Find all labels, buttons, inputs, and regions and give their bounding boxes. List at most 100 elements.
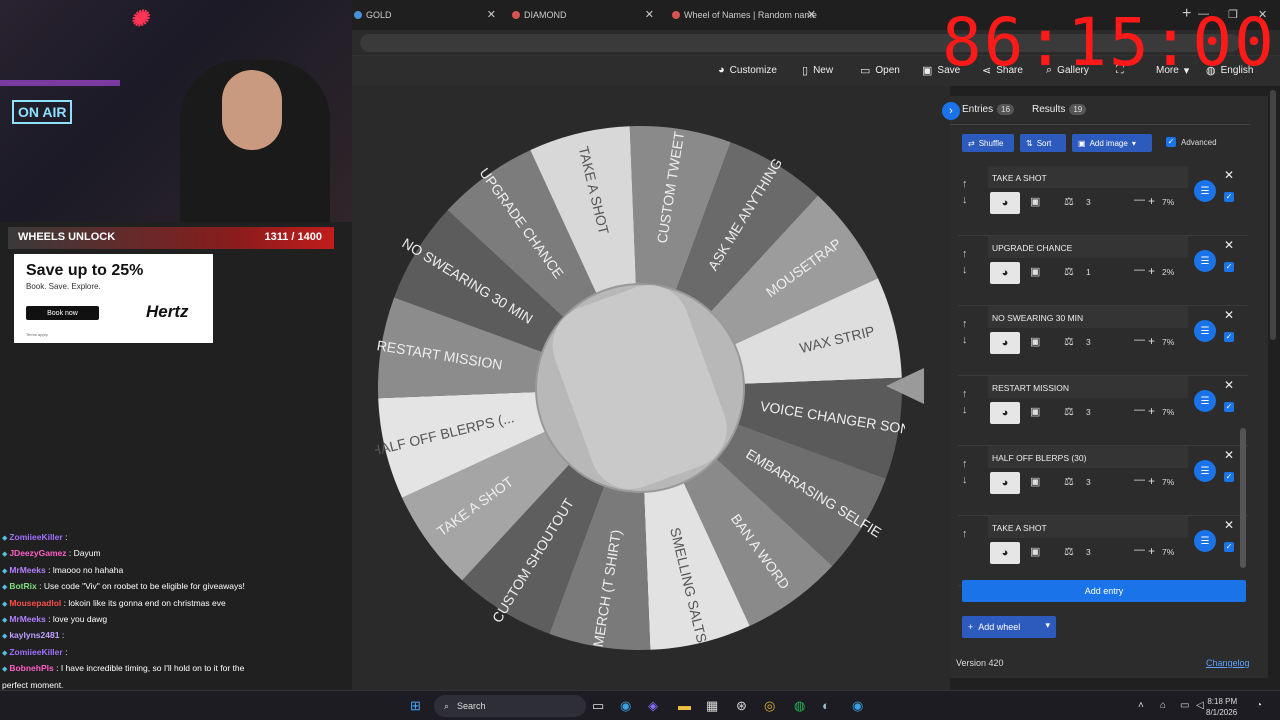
entry-weight[interactable]: 3: [1086, 197, 1091, 207]
checkbox-checked-icon[interactable]: ✓: [1224, 472, 1234, 482]
delete-icon[interactable]: ✕: [1224, 238, 1234, 252]
delete-icon[interactable]: ✕: [1224, 308, 1234, 322]
increment-icon[interactable]: +: [1148, 334, 1155, 348]
entry-options-icon[interactable]: ☰: [1194, 180, 1216, 202]
add-wheel-button[interactable]: + Add wheel ▾: [962, 616, 1056, 638]
panel-scrollbar[interactable]: [1240, 428, 1246, 568]
spotify-icon[interactable]: ◍: [794, 698, 805, 714]
hertz-ad[interactable]: Save up to 25% Book. Save. Explore. Book…: [14, 254, 213, 343]
increment-icon[interactable]: +: [1148, 194, 1155, 208]
decrement-icon[interactable]: —: [1134, 404, 1145, 416]
page-scrollbar[interactable]: [1270, 90, 1276, 340]
close-icon[interactable]: ✕: [487, 8, 496, 21]
chat-username[interactable]: BotRix: [9, 581, 36, 591]
advanced-toggle[interactable]: ✓ Advanced: [1166, 137, 1217, 147]
reorder-arrows-icon[interactable]: ↑ ↓: [962, 316, 968, 348]
customize-button[interactable]: ◕ Customize: [718, 64, 777, 76]
checkbox-checked-icon[interactable]: ✓: [1224, 262, 1234, 272]
palette-icon[interactable]: ◕: [990, 402, 1020, 424]
wheel[interactable]: CUSTOM TWEET ASK ME ANYTHINGMOUSETRAPWAX …: [375, 123, 905, 653]
close-icon[interactable]: ✕: [645, 8, 654, 21]
task-view-icon[interactable]: ▭: [592, 698, 604, 714]
store-icon[interactable]: ▦: [706, 698, 718, 714]
taskbar-clock[interactable]: 8:18 PM 8/1/2026: [1206, 696, 1237, 718]
tab-wheel-of-names[interactable]: Wheel of Names | Random name ✕: [670, 4, 822, 26]
image-icon[interactable]: ▣: [1030, 405, 1040, 418]
taskbar-search[interactable]: ⌕ Search: [434, 695, 586, 717]
image-icon[interactable]: ▣: [1030, 335, 1040, 348]
chat-username[interactable]: MrMeeks: [9, 565, 45, 575]
reorder-arrows-icon[interactable]: ↑ ↓: [962, 246, 968, 278]
entry-options-icon[interactable]: ☰: [1194, 250, 1216, 272]
entry-options-icon[interactable]: ☰: [1194, 460, 1216, 482]
chat-username[interactable]: Mousepadlol: [9, 598, 61, 608]
increment-icon[interactable]: +: [1148, 264, 1155, 278]
palette-icon[interactable]: ◕: [990, 332, 1020, 354]
image-icon[interactable]: ▣: [1030, 195, 1040, 208]
close-icon[interactable]: ✕: [807, 8, 816, 21]
caret-down-icon[interactable]: ▾: [1045, 620, 1050, 631]
ad-book-button[interactable]: Book now: [26, 306, 99, 320]
decrement-icon[interactable]: —: [1134, 474, 1145, 486]
add-entry-button[interactable]: Add entry: [962, 580, 1246, 602]
entry-weight[interactable]: 3: [1086, 407, 1091, 417]
entry-options-icon[interactable]: ☰: [1194, 530, 1216, 552]
palette-icon[interactable]: ◕: [990, 472, 1020, 494]
delete-icon[interactable]: ✕: [1224, 168, 1234, 182]
tab-gold[interactable]: GOLD ✕: [352, 4, 502, 26]
entry-weight[interactable]: 3: [1086, 477, 1091, 487]
chat-username[interactable]: MrMeeks: [9, 614, 45, 624]
tab-results[interactable]: Results 19: [1032, 104, 1087, 115]
delete-icon[interactable]: ✕: [1224, 378, 1234, 392]
notification-bell-icon[interactable]: ◔: [1256, 700, 1262, 711]
xbox-icon[interactable]: ⊛: [736, 698, 747, 714]
tab-entries[interactable]: Entries 16: [962, 104, 1015, 115]
tab-diamond[interactable]: DIAMOND ✕: [510, 4, 660, 26]
decrement-icon[interactable]: —: [1134, 194, 1145, 206]
image-icon[interactable]: ▣: [1030, 475, 1040, 488]
reorder-arrows-icon[interactable]: ↑: [962, 526, 968, 542]
delete-icon[interactable]: ✕: [1224, 518, 1234, 532]
image-icon[interactable]: ▣: [1030, 545, 1040, 558]
entry-weight[interactable]: 1: [1086, 267, 1091, 277]
copilot-icon[interactable]: ◈: [648, 698, 658, 714]
increment-icon[interactable]: +: [1148, 474, 1155, 488]
checkbox-checked-icon[interactable]: ✓: [1224, 402, 1234, 412]
chat-username[interactable]: BobnehPls: [9, 663, 53, 673]
reorder-arrows-icon[interactable]: ↑ ↓: [962, 456, 968, 488]
changelog-link[interactable]: Changelog: [1206, 658, 1250, 668]
checkbox-checked-icon[interactable]: ✓: [1224, 332, 1234, 342]
sort-button[interactable]: ⇅ Sort: [1020, 134, 1066, 152]
collapse-panel-icon[interactable]: ›: [942, 102, 960, 120]
entry-weight[interactable]: 3: [1086, 547, 1091, 557]
volume-icon[interactable]: ◁: [1196, 700, 1204, 711]
windows-start-icon[interactable]: ⊞: [410, 698, 421, 714]
increment-icon[interactable]: +: [1148, 544, 1155, 558]
edge-active-icon[interactable]: ◉: [852, 698, 863, 714]
open-button[interactable]: ▭ Open: [860, 64, 900, 77]
chat-username[interactable]: ZomiieeKiller: [9, 532, 62, 542]
decrement-icon[interactable]: —: [1134, 544, 1145, 556]
image-icon[interactable]: ▣: [1030, 265, 1040, 278]
checkbox-checked-icon[interactable]: ✓: [1224, 192, 1234, 202]
palette-icon[interactable]: ◕: [990, 192, 1020, 214]
palette-icon[interactable]: ◕: [990, 542, 1020, 564]
display-icon[interactable]: ▭: [1180, 700, 1189, 711]
shuffle-button[interactable]: ⇄ Shuffle: [962, 134, 1014, 152]
entry-weight[interactable]: 3: [1086, 337, 1091, 347]
delete-icon[interactable]: ✕: [1224, 448, 1234, 462]
checkbox-checked-icon[interactable]: ✓: [1224, 542, 1234, 552]
chat-username[interactable]: JDeezyGamez: [9, 548, 66, 558]
entry-options-icon[interactable]: ☰: [1194, 320, 1216, 342]
palette-icon[interactable]: ◕: [990, 262, 1020, 284]
steam-icon[interactable]: ◐: [822, 698, 830, 713]
reorder-arrows-icon[interactable]: ↑ ↓: [962, 176, 968, 208]
reorder-arrows-icon[interactable]: ↑ ↓: [962, 386, 968, 418]
edge-icon[interactable]: ◉: [620, 698, 631, 714]
entry-options-icon[interactable]: ☰: [1194, 390, 1216, 412]
add-image-button[interactable]: ▣ Add image ▾: [1072, 134, 1152, 152]
decrement-icon[interactable]: —: [1134, 264, 1145, 276]
chat-username[interactable]: kaylyns2481: [9, 630, 59, 640]
new-button[interactable]: ▯ New: [802, 64, 833, 77]
chat-username[interactable]: ZomiieeKiller: [9, 647, 62, 657]
